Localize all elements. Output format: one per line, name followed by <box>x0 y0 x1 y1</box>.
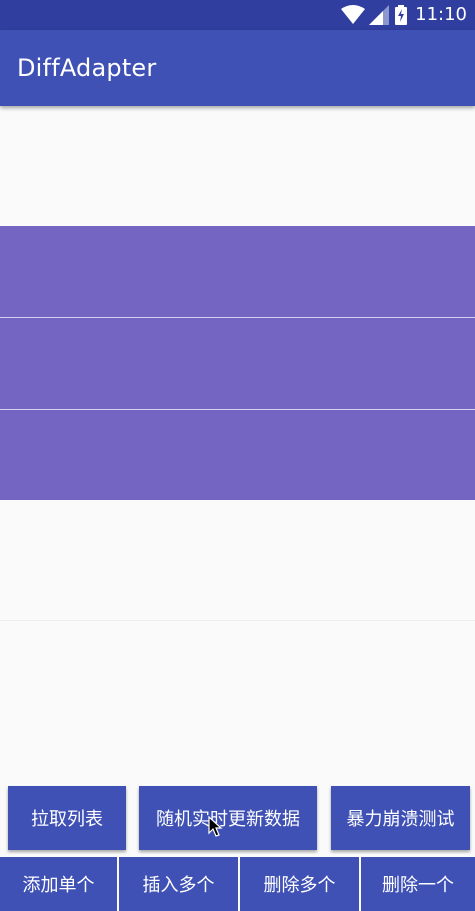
battery-charging-icon <box>395 5 408 25</box>
add-single-button[interactable]: 添加单个 <box>0 857 117 911</box>
app-bar: DiffAdapter <box>0 30 475 106</box>
recycler-list[interactable] <box>0 106 475 780</box>
app-title: DiffAdapter <box>17 54 157 82</box>
wifi-icon <box>341 5 366 25</box>
list-item[interactable] <box>0 500 475 620</box>
status-bar: 11:10 <box>0 0 475 30</box>
list-item[interactable] <box>0 226 475 317</box>
insert-multiple-button[interactable]: 插入多个 <box>119 857 238 911</box>
list-item[interactable] <box>0 106 475 226</box>
mouse-cursor-icon <box>208 815 224 838</box>
list-item[interactable] <box>0 621 475 780</box>
list-item[interactable] <box>0 318 475 409</box>
delete-multiple-button[interactable]: 删除多个 <box>240 857 359 911</box>
list-item[interactable] <box>0 410 475 500</box>
random-update-button[interactable]: 随机实时更新数据 <box>139 786 317 850</box>
fetch-list-button[interactable]: 拉取列表 <box>8 786 126 850</box>
delete-one-button[interactable]: 删除一个 <box>361 857 475 911</box>
cell-signal-icon <box>369 5 390 25</box>
status-time: 11:10 <box>415 4 467 25</box>
status-icons: 11:10 <box>341 4 467 26</box>
crash-test-button[interactable]: 暴力崩溃测试 <box>331 786 470 850</box>
app-screen: 11:10 DiffAdapter 拉取列表 随机实时更新数据 暴力崩溃测试 添… <box>0 0 475 911</box>
